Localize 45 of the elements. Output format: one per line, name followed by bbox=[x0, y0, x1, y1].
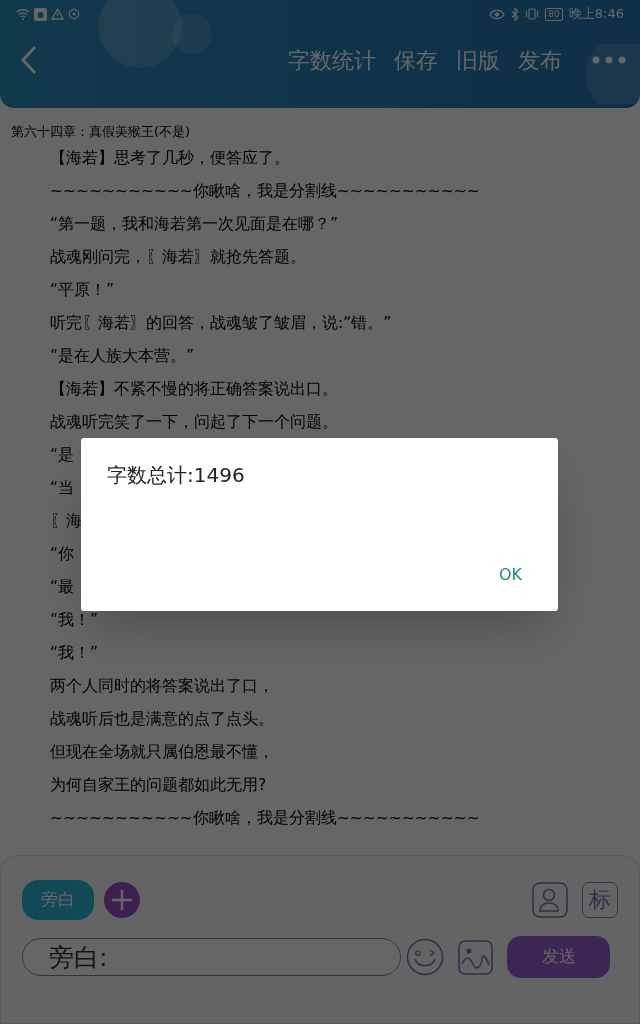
eye-icon bbox=[489, 8, 506, 20]
role-chip[interactable]: 旁白 bbox=[22, 880, 94, 920]
story-line: 但现在全场就只属伯恩最不懂， bbox=[50, 742, 274, 763]
story-line: 战魂听后也是满意的点了点头。 bbox=[50, 709, 274, 730]
bluetooth-icon bbox=[511, 7, 520, 21]
story-line: “当 bbox=[50, 478, 75, 499]
story-line: 〖海 bbox=[50, 511, 82, 532]
story-line: “我！” bbox=[50, 643, 99, 664]
toolbar-action[interactable]: 保存 bbox=[394, 43, 438, 77]
toolbar-action[interactable]: 发布 bbox=[518, 43, 562, 77]
story-line: “你 bbox=[50, 544, 75, 565]
emoji-icon[interactable] bbox=[406, 938, 444, 976]
story-line: “第一题，我和海若第一次见面是在哪？” bbox=[50, 214, 339, 235]
story-line: 战魂听完笑了一下，问起了下一个问题。 bbox=[50, 412, 338, 433]
story-line: 【海若】思考了几秒，便答应了。 bbox=[50, 148, 290, 169]
wifi-icon bbox=[16, 8, 30, 20]
ok-button[interactable]: OK bbox=[488, 557, 532, 593]
story-line: “最 bbox=[50, 577, 75, 598]
toolbar-action[interactable]: 字数统计 bbox=[288, 43, 376, 77]
story-line: ~~~~~~~~~~~你瞅啥，我是分割线~~~~~~~~~~~ bbox=[50, 808, 480, 829]
message-input[interactable]: 旁白: bbox=[22, 938, 401, 976]
story-line: 听完〖海若〗的回答，战魂皱了皱眉，说:“错。” bbox=[50, 313, 392, 334]
story-line: 【海若】不紧不慢的将正确答案说出口。 bbox=[50, 379, 338, 400]
warning-icon bbox=[51, 8, 64, 20]
vibrate-icon bbox=[525, 8, 540, 20]
back-icon[interactable] bbox=[20, 45, 38, 75]
story-line: 战魂刚问完，〖海若〗就抢先答题。 bbox=[50, 247, 306, 268]
story-line: “平原！” bbox=[50, 280, 115, 301]
hexagon-icon bbox=[68, 8, 80, 20]
story-line: ~~~~~~~~~~~你瞅啥，我是分割线~~~~~~~~~~~ bbox=[50, 181, 480, 202]
story-line: 两个人同时的将答案说出了口， bbox=[50, 676, 274, 697]
toolbar-action[interactable]: 旧版 bbox=[456, 43, 500, 77]
dialog-message: 字数总计:1496 bbox=[107, 462, 245, 489]
more-icon[interactable] bbox=[592, 56, 626, 64]
app-notification-icon bbox=[34, 7, 47, 21]
story-line: “我！” bbox=[50, 610, 99, 631]
image-icon[interactable] bbox=[458, 939, 493, 975]
add-icon[interactable] bbox=[104, 882, 140, 918]
battery-level: 80 bbox=[545, 7, 563, 21]
status-time: 晚上8:46 bbox=[568, 5, 624, 24]
chapter-title: 第六十四章：真假美猴王(不是) bbox=[10, 123, 192, 141]
story-line: 为何自家王的问题都如此无用? bbox=[50, 775, 267, 796]
person-icon[interactable] bbox=[532, 882, 568, 918]
story-line: “是在人族大本营。” bbox=[50, 346, 195, 367]
story-line: “是 bbox=[50, 445, 75, 466]
